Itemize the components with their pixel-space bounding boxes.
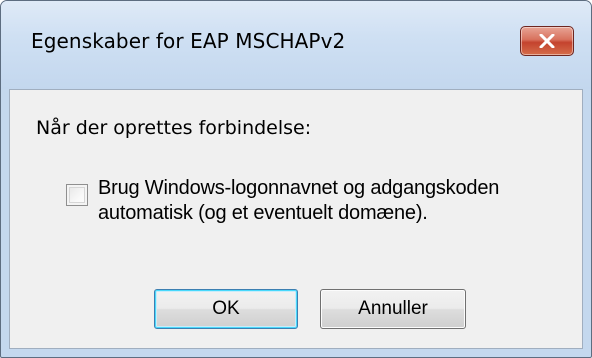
close-button[interactable] xyxy=(520,26,574,56)
close-x-icon xyxy=(539,34,555,48)
use-windows-logon-label[interactable]: Brug Windows-logonnavnet og adgangskoden… xyxy=(98,176,568,226)
cancel-button[interactable]: Annuller xyxy=(320,289,466,329)
title-bar[interactable]: Egenskaber for EAP MSCHAPv2 xyxy=(1,1,591,89)
ok-button[interactable]: OK xyxy=(154,289,298,329)
use-windows-logon-checkbox[interactable] xyxy=(66,184,88,206)
dialog-title: Egenskaber for EAP MSCHAPv2 xyxy=(31,29,346,53)
connection-prompt-label: Når der oprettes forbindelse: xyxy=(36,117,312,139)
